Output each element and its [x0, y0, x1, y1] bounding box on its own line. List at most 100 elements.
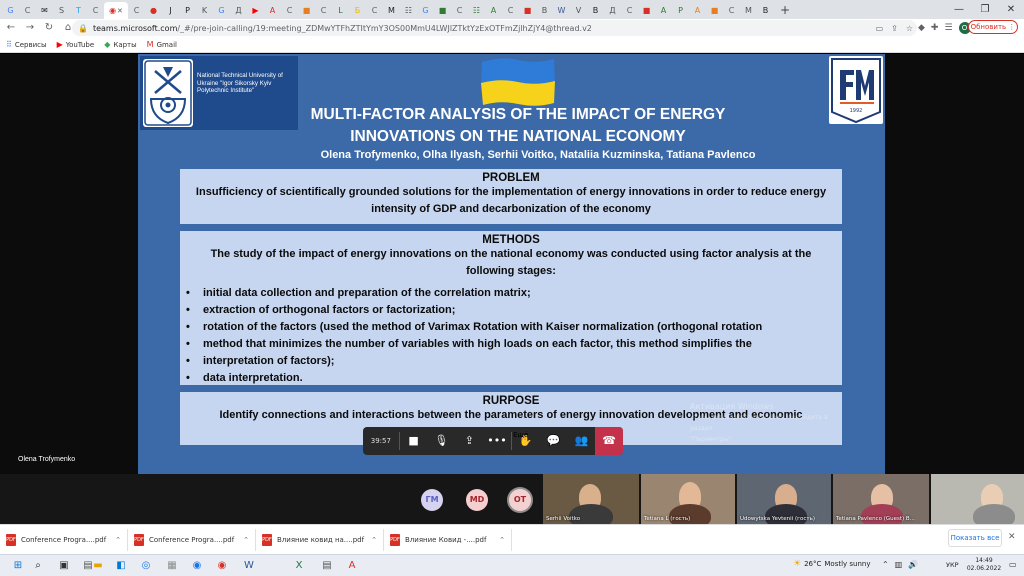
microphone-icon[interactable]: 🎙 — [428, 427, 456, 455]
maximize-icon[interactable]: ❐ — [972, 4, 998, 15]
browser-tab[interactable]: ✉ — [36, 2, 53, 19]
bookmark-star-icon[interactable]: ☆ — [906, 24, 913, 33]
download-item[interactable]: PDF Влияние ковид на....pdf ⌃ — [262, 528, 384, 551]
browser-tab[interactable]: Д — [230, 2, 247, 19]
browser-tab[interactable]: K — [196, 2, 213, 19]
show-all-downloads-button[interactable]: Показать все — [948, 529, 1002, 547]
taskbar-app-icon[interactable]: ◎ — [138, 558, 154, 574]
network-icon[interactable]: ▥ — [895, 560, 903, 569]
participant-video-tile[interactable]: Udowytska Yevtenii (гость) — [737, 474, 831, 524]
chevron-up-icon[interactable]: ⌃ — [243, 536, 249, 544]
participant-avatar[interactable]: ГМ — [421, 489, 443, 511]
browser-tab[interactable]: C — [128, 2, 145, 19]
browser-tab[interactable]: M — [740, 2, 757, 19]
browser-tab[interactable]: C — [621, 2, 638, 19]
browser-tab[interactable]: P — [672, 2, 689, 19]
taskbar-app-icon[interactable]: ⊞ — [10, 558, 26, 574]
browser-tab[interactable]: ☷ — [468, 2, 485, 19]
browser-tab[interactable]: S — [53, 2, 70, 19]
browser-tab[interactable]: ■ — [298, 2, 315, 19]
taskbar-app-icon[interactable]: ▬ — [90, 558, 106, 574]
reload-icon[interactable]: ↻ — [41, 20, 57, 36]
taskbar-app-icon[interactable]: X — [291, 558, 307, 574]
taskbar-app-icon[interactable]: ▣ — [56, 558, 72, 574]
bookmark-item[interactable]: ⠿ Сервисы — [6, 40, 47, 49]
browser-tab[interactable]: C — [19, 2, 36, 19]
notifications-icon[interactable]: ▭ — [1009, 560, 1017, 569]
hang-up-button[interactable]: ☎ — [595, 427, 623, 455]
clock[interactable]: 14:49 02.06.2022 — [962, 557, 1006, 573]
taskbar-app-icon[interactable]: W — [241, 558, 257, 574]
browser-tab[interactable]: ■ — [706, 2, 723, 19]
weather-widget[interactable]: ☀ 26°C Mostly sunny — [793, 559, 871, 569]
forward-icon[interactable]: → — [22, 20, 38, 36]
participants-icon[interactable]: 👥 — [567, 427, 595, 455]
chevron-up-icon[interactable]: ⌃ — [499, 536, 505, 544]
browser-tab[interactable]: ▶ — [247, 2, 264, 19]
chevron-up-icon[interactable]: ⌃ — [882, 560, 889, 569]
participant-video-tile[interactable]: Serhii Voitko — [543, 474, 639, 524]
browser-tab[interactable]: L — [332, 2, 349, 19]
chevron-up-icon[interactable]: ⌃ — [115, 536, 121, 544]
bookmark-item[interactable]: ◆ Карты — [104, 40, 136, 49]
puzzle-icon[interactable]: ✚ — [931, 23, 939, 33]
share-screen-icon[interactable]: ⇪ — [455, 427, 483, 455]
reading-list-icon[interactable]: ☰ — [944, 23, 952, 33]
browser-tab[interactable]: A — [689, 2, 706, 19]
download-item[interactable]: PDF Влияние Ковид -....pdf ⌃ — [390, 528, 512, 551]
camera-icon[interactable]: ■ — [400, 427, 428, 455]
browser-tab[interactable]: T — [70, 2, 87, 19]
browser-tab[interactable]: C — [502, 2, 519, 19]
close-downloads-icon[interactable]: ✕ — [1008, 532, 1016, 542]
taskbar-app-icon[interactable]: ⌕ — [30, 558, 46, 574]
browser-tab[interactable]: P — [179, 2, 196, 19]
taskbar-app-icon[interactable]: ▦ — [164, 558, 180, 574]
browser-tab[interactable]: G — [2, 2, 19, 19]
browser-tab[interactable]: G — [213, 2, 230, 19]
close-tab-icon[interactable]: ✕ — [117, 7, 123, 15]
minimize-icon[interactable]: — — [946, 4, 972, 15]
close-icon[interactable]: ✕ — [998, 4, 1024, 15]
browser-tab[interactable]: J — [162, 2, 179, 19]
browser-tab[interactable]: ■ — [638, 2, 655, 19]
more-options-icon[interactable]: ••• — [483, 427, 511, 455]
taskbar-app-icon[interactable]: ▤ — [319, 558, 335, 574]
browser-tab[interactable]: B — [587, 2, 604, 19]
browser-tab[interactable]: A — [264, 2, 281, 19]
browser-tab[interactable]: M — [383, 2, 400, 19]
browser-tab[interactable]: ■ — [519, 2, 536, 19]
participant-video-tile[interactable]: Tetiana Pavlenco (Guest) B... — [833, 474, 929, 524]
language-indicator[interactable]: УКР — [946, 561, 959, 569]
chat-icon[interactable]: 💬 — [540, 427, 568, 455]
browser-tab[interactable]: ☷ — [400, 2, 417, 19]
browser-tab[interactable]: C — [723, 2, 740, 19]
taskbar-app-icon[interactable]: ◧ — [113, 558, 129, 574]
address-bar[interactable]: 🔒 teams.microsoft.com/_#/pre-join-callin… — [72, 20, 917, 36]
browser-tab[interactable]: C — [87, 2, 104, 19]
bookmark-item[interactable]: ▶ YouTube — [57, 40, 95, 49]
participant-video-tile[interactable]: Tetiana L (гость) — [641, 474, 735, 524]
volume-icon[interactable]: 🔊 — [908, 560, 918, 569]
browser-tab[interactable]: G — [417, 2, 434, 19]
taskbar-app-icon[interactable]: A — [344, 558, 360, 574]
browser-tab[interactable]: B — [536, 2, 553, 19]
back-icon[interactable]: ← — [3, 20, 19, 36]
participant-avatar[interactable]: MD — [466, 489, 488, 511]
browser-tab[interactable]: C — [366, 2, 383, 19]
browser-tab[interactable]: ● — [145, 2, 162, 19]
update-browser-button[interactable]: Обновить ⋮ — [968, 20, 1018, 34]
browser-tab[interactable]: Д — [604, 2, 621, 19]
browser-tab[interactable]: ■ — [434, 2, 451, 19]
browser-tab[interactable]: A — [485, 2, 502, 19]
browser-tab[interactable]: A — [655, 2, 672, 19]
extension-icon[interactable]: ◆ — [918, 23, 925, 33]
camera-blocked-icon[interactable]: ▭ — [876, 24, 884, 33]
taskbar-app-icon[interactable]: ◉ — [214, 558, 230, 574]
download-item[interactable]: PDF Conference Progra....pdf ⌃ — [6, 528, 128, 551]
browser-tab[interactable]: C — [315, 2, 332, 19]
browser-tab[interactable]: V — [570, 2, 587, 19]
download-item[interactable]: PDF Conference Progra....pdf ⌃ — [134, 528, 256, 551]
share-icon[interactable]: ⇪ — [891, 24, 898, 33]
participant-avatar-active[interactable]: OT — [509, 489, 531, 511]
browser-tab[interactable]: C — [451, 2, 468, 19]
